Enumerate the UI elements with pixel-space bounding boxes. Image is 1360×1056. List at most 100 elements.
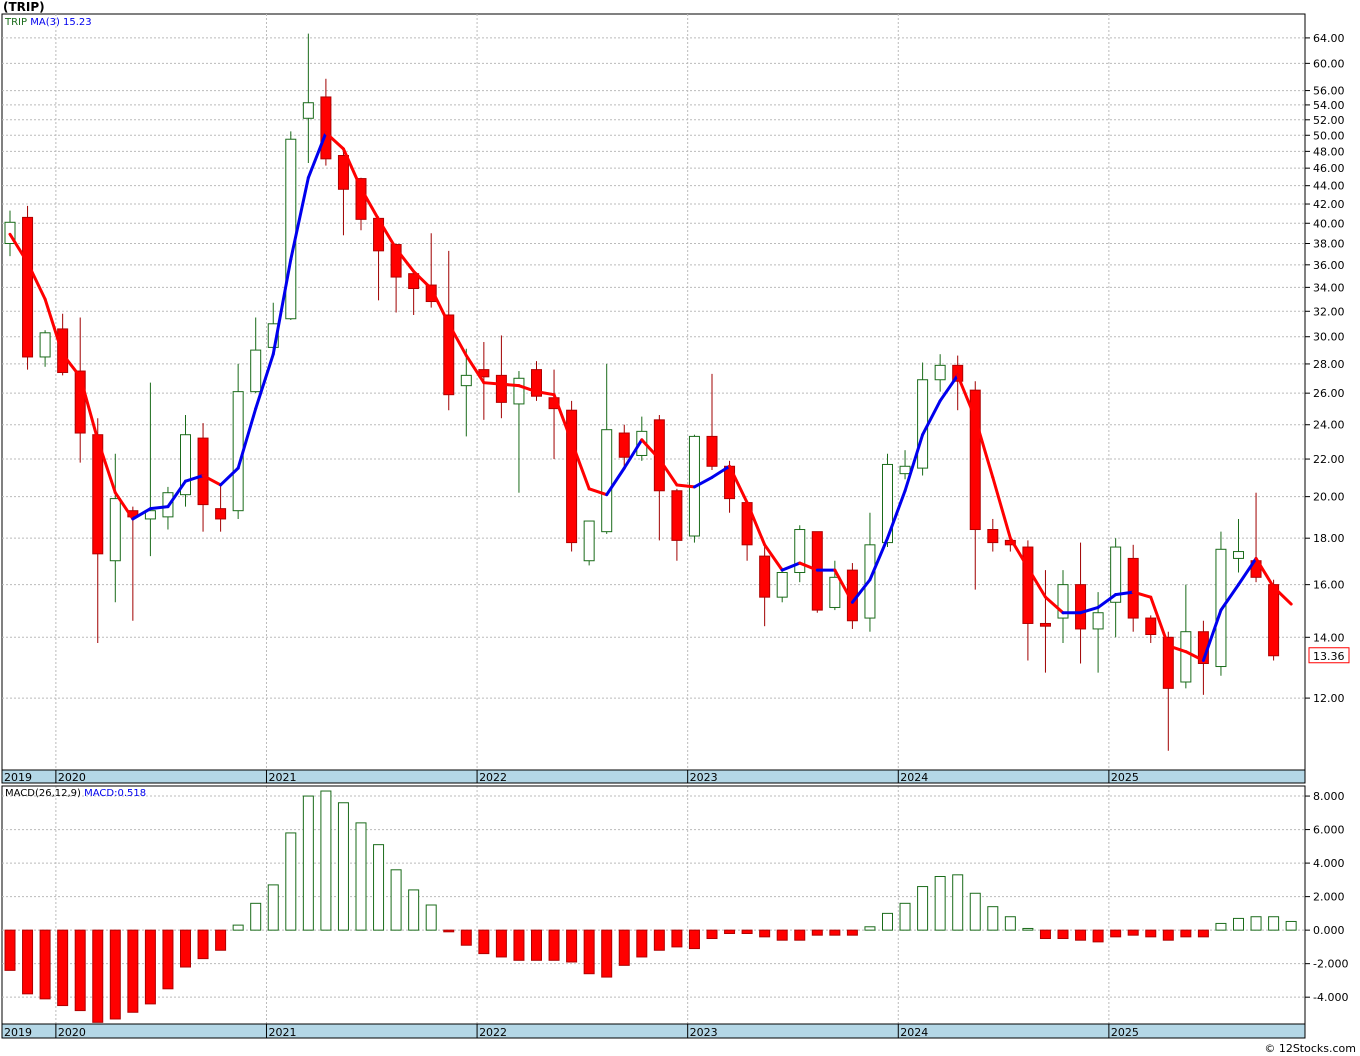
price-y-tick-label: 56.00 <box>1313 85 1345 98</box>
macd-bar-positive <box>250 902 262 931</box>
x-tick-label: 2025 <box>1111 771 1139 784</box>
macd-bar-positive <box>1004 916 1016 931</box>
macd-y-tick-label: 8.000 <box>1313 790 1345 803</box>
candle-up <box>285 138 297 320</box>
macd-bar-negative <box>829 929 841 936</box>
candle-down <box>671 490 683 541</box>
x-tick-label: 2020 <box>58 1026 86 1039</box>
macd-bar-negative <box>1110 929 1122 938</box>
price-y-tick-label: 28.00 <box>1313 358 1345 371</box>
candle-down <box>618 432 630 458</box>
macd-bar-positive <box>882 912 893 931</box>
macd-bar-negative <box>688 929 700 950</box>
macd-bar-positive <box>969 892 981 931</box>
x-tick-label: 2024 <box>900 1026 928 1039</box>
macd-bar-negative <box>92 929 104 1023</box>
macd-bar-positive <box>320 790 332 931</box>
price-y-tick-label: 18.00 <box>1313 532 1345 545</box>
macd-bar-negative <box>636 929 648 958</box>
macd-bar-positive <box>408 889 420 931</box>
price-y-tick-label: 34.00 <box>1313 281 1345 294</box>
macd-bar-negative <box>776 929 788 941</box>
price-y-tick-label: 46.00 <box>1313 162 1345 175</box>
price-y-tick-label: 50.00 <box>1313 129 1345 142</box>
macd-bar-negative <box>1197 929 1209 938</box>
macd-bar-positive <box>934 876 946 931</box>
macd-y-tick-label: 4.000 <box>1313 857 1345 870</box>
macd-bar-positive <box>425 904 437 931</box>
candle-down <box>706 435 718 467</box>
macd-bar-positive <box>302 795 314 931</box>
price-y-tick-label: 52.00 <box>1313 114 1345 127</box>
macd-bar-negative <box>724 929 736 934</box>
price-y-tick-label: 54.00 <box>1313 99 1345 112</box>
last-price-label: 13.36 <box>1313 650 1345 663</box>
candle-down <box>320 96 332 160</box>
ma3-line-segment <box>482 381 503 386</box>
macd-panel: -4.000 -2.000 0.000 2.000 4.000 6.000 8.000 MAC… <box>1 785 1348 1039</box>
price-y-tick-label: 20.00 <box>1313 491 1345 504</box>
macd-bar-positive <box>390 869 402 931</box>
price-y-tick-label: 64.00 <box>1313 32 1345 45</box>
macd-bar-positive <box>1268 916 1280 931</box>
stock-chart: 12.00 14.00 16.00 18.00 20.00 22.00 24.00 26.00… <box>1 13 1350 1039</box>
candle-up <box>601 429 613 533</box>
macd-bar-negative <box>794 929 806 941</box>
macd-bar-negative <box>22 929 34 995</box>
macd-bar-negative <box>1180 929 1192 938</box>
macd-bar-negative <box>1092 929 1104 943</box>
candle-up <box>1092 612 1104 630</box>
macd-bar-negative <box>583 929 595 975</box>
candle-down <box>1075 584 1087 630</box>
macd-bar-negative <box>4 929 16 971</box>
x-tick-label: 2019 <box>4 771 32 784</box>
price-panel: 12.00 14.00 16.00 18.00 20.00 22.00 24.00 26.00… <box>1 13 1350 784</box>
price-y-tick-label: 16.00 <box>1313 579 1345 592</box>
macd-bar-negative <box>671 929 683 948</box>
macd-bar-negative <box>548 929 560 961</box>
macd-bar-negative <box>1075 929 1087 941</box>
candle-up <box>776 572 788 598</box>
candle-down <box>1039 622 1051 627</box>
ma3-line-segment <box>675 483 696 489</box>
macd-bar-positive <box>1215 922 1227 931</box>
price-y-tick-label: 30.00 <box>1313 331 1345 344</box>
macd-bar-positive <box>232 924 244 931</box>
x-tick-label: 2021 <box>268 1026 296 1039</box>
macd-bar-negative <box>759 929 771 938</box>
x-tick-label: 2021 <box>268 771 296 784</box>
macd-date-bar <box>1 1023 1306 1039</box>
macd-plot-frame <box>1 785 1306 1025</box>
macd-bar-negative <box>846 929 858 936</box>
price-date-bar <box>1 769 1306 784</box>
macd-y-tick-label: 6.000 <box>1313 824 1345 837</box>
macd-bar-negative <box>162 929 174 990</box>
macd-bar-positive <box>917 886 929 931</box>
x-tick-label: 2023 <box>690 1026 718 1039</box>
macd-bar-positive <box>952 874 964 931</box>
candle-up <box>934 364 946 381</box>
candle-down <box>495 374 507 403</box>
ma3-line-segment <box>148 505 170 511</box>
candle-up <box>917 379 929 469</box>
candle-down <box>987 529 999 544</box>
price-y-tick-label: 40.00 <box>1313 217 1345 230</box>
price-y-tick-label: 22.00 <box>1313 453 1345 466</box>
candle-up <box>109 498 121 562</box>
price-y-tick-label: 44.00 <box>1313 180 1345 193</box>
macd-bar-negative <box>74 929 86 1012</box>
macd-bar-negative <box>1145 929 1157 938</box>
candle-up <box>39 332 51 358</box>
macd-legend: MACD(26,12,9) MACD:0.518 <box>5 788 146 799</box>
macd-bar-negative <box>706 929 718 940</box>
candle-up <box>1233 551 1244 559</box>
candle-down <box>197 437 209 506</box>
macd-bar-negative <box>127 929 139 1013</box>
price-y-tick-label: 42.00 <box>1313 198 1345 211</box>
candle-up <box>899 465 911 475</box>
macd-bar-negative <box>144 929 156 1005</box>
macd-y-tick-label: 2.000 <box>1313 891 1345 904</box>
x-tick-label: 2020 <box>58 771 86 784</box>
x-tick-label: 2022 <box>479 771 507 784</box>
price-y-tick-label: 26.00 <box>1313 387 1345 400</box>
